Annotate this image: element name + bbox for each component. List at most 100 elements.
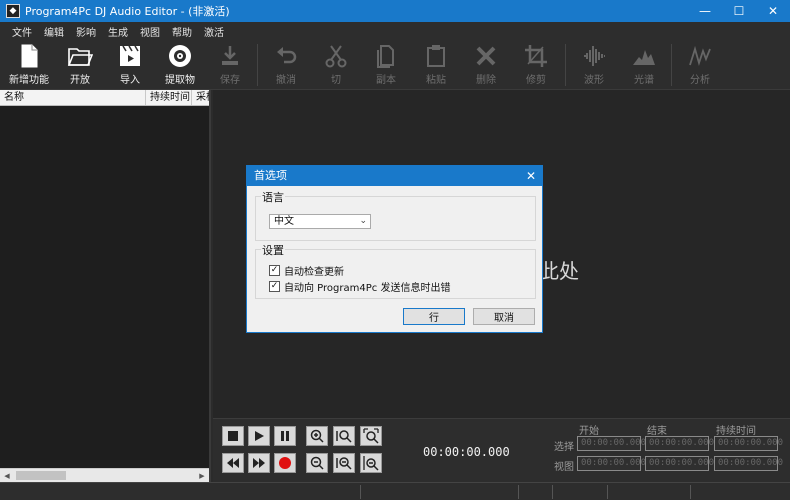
auto-update-checkbox[interactable]: ✓ 自动检查更新 (269, 263, 344, 278)
toolbar-new-button[interactable]: 新增功能 (4, 43, 54, 87)
close-button[interactable]: ✕ (756, 0, 790, 22)
view-duration-field[interactable]: 00:00:00.000 (714, 456, 783, 471)
rewind-button[interactable] (222, 453, 244, 473)
stop-button[interactable] (222, 426, 244, 446)
pause-button[interactable] (274, 426, 296, 446)
play-button[interactable] (248, 426, 270, 446)
scrollbar-thumb[interactable] (16, 471, 66, 480)
zoom-vertical-button[interactable] (333, 453, 355, 473)
dialog-title: 首选项 (254, 169, 287, 182)
playback-timecode: 00:00:00.000 (423, 445, 510, 459)
folder-open-icon (67, 48, 93, 66)
paste-icon (427, 45, 445, 67)
send-error-report-checkbox[interactable]: ✓ 自动向 Program4Pc 发送信息时出错 (269, 279, 450, 294)
preferences-dialog: 首选项 ✕ 语言 中文 ⌄ 设置 ✓ 自动检查更新 ✓ 自动向 Program4… (246, 165, 543, 333)
zoom-out-icon (310, 456, 324, 470)
maximize-button[interactable]: ☐ (722, 0, 756, 22)
menu-generate[interactable]: 生成 (102, 24, 134, 39)
window-title: Program4Pc DJ Audio Editor - (非激活) (25, 5, 230, 18)
toolbar-extract-button[interactable]: 提取物 (155, 43, 205, 87)
column-duration[interactable]: 持续时间 (146, 90, 192, 105)
record-icon (279, 457, 291, 469)
disc-icon (169, 45, 191, 67)
toolbar-cut-button[interactable]: 切 (311, 43, 361, 87)
status-divider (607, 485, 608, 499)
toolbar-separator (257, 44, 258, 86)
column-name[interactable]: 名称 (0, 90, 146, 105)
menu-file[interactable]: 文件 (6, 24, 38, 39)
clapperboard-icon (120, 45, 140, 66)
ok-button[interactable]: 行 (403, 308, 465, 325)
minimize-button[interactable]: — (688, 0, 722, 22)
status-divider (360, 485, 361, 499)
scroll-left-icon[interactable]: ◀ (0, 469, 14, 482)
file-list-header: 名称 持续时间 采样 (0, 90, 209, 106)
zoom-fit-button[interactable] (360, 426, 382, 446)
record-button[interactable] (274, 453, 296, 473)
window-controls: — ☐ ✕ (688, 0, 790, 22)
cancel-button[interactable]: 取消 (473, 308, 535, 325)
file-list-scrollbar[interactable]: ◀ ▶ (0, 468, 209, 482)
spectrum-icon (633, 50, 655, 65)
row-label-selection: 选择 (554, 442, 574, 453)
zoom-full-button[interactable] (360, 453, 382, 473)
selection-start-field[interactable]: 00:00:00.000 (577, 436, 646, 451)
rewind-icon (227, 458, 239, 468)
menu-activate[interactable]: 激活 (198, 24, 230, 39)
zoom-in-button[interactable] (306, 426, 328, 446)
language-select-value: 中文 (274, 216, 294, 227)
selection-end-field[interactable]: 00:00:00.000 (645, 436, 714, 451)
scroll-right-icon[interactable]: ▶ (195, 469, 209, 482)
play-icon (255, 431, 264, 441)
toolbar-paste-button[interactable]: 粘贴 (411, 43, 461, 87)
view-start-field[interactable]: 00:00:00.000 (577, 456, 646, 471)
new-file-icon (21, 44, 38, 68)
language-group-label: 语言 (261, 189, 285, 205)
waveform-icon (584, 46, 605, 66)
save-icon (222, 46, 238, 65)
app-icon: ◆ (6, 4, 20, 18)
menu-view[interactable]: 视图 (134, 24, 166, 39)
zoom-out-button[interactable] (306, 453, 328, 473)
zoom-vertical-icon (336, 457, 352, 470)
toolbar-delete-button[interactable]: 删除 (461, 43, 511, 87)
status-divider (518, 485, 519, 499)
checkbox-checked-icon[interactable]: ✓ (269, 265, 280, 276)
column-sample[interactable]: 采样 (192, 90, 209, 105)
toolbar-spectrum-button[interactable]: 光谱 (619, 43, 669, 87)
toolbar-trim-button[interactable]: 修剪 (511, 43, 561, 87)
toolbar: 新增功能 开放 导入 提取物 保存 撤消 切 副本 粘贴 删除 修剪 波形 光谱… (0, 40, 790, 90)
language-select[interactable]: 中文 ⌄ (269, 214, 371, 229)
dialog-close-icon[interactable]: ✕ (526, 166, 536, 186)
menu-help[interactable]: 帮助 (166, 24, 198, 39)
checkbox-checked-icon[interactable]: ✓ (269, 281, 280, 292)
toolbar-analysis-button[interactable]: 分析 (675, 43, 725, 87)
fast-forward-button[interactable] (248, 453, 270, 473)
header-start: 开始 (579, 426, 599, 437)
fast-forward-icon (253, 458, 265, 468)
toolbar-separator (565, 44, 566, 86)
view-end-field[interactable]: 00:00:00.000 (645, 456, 714, 471)
menu-edit[interactable]: 编辑 (38, 24, 70, 39)
copy-icon (377, 45, 394, 68)
toolbar-import-button[interactable]: 导入 (105, 43, 155, 87)
crop-icon (525, 45, 547, 67)
toolbar-waveform-button[interactable]: 波形 (569, 43, 619, 87)
zoom-selection-button[interactable] (333, 426, 355, 446)
status-divider (690, 485, 691, 499)
analysis-icon (689, 45, 711, 67)
menu-effects[interactable]: 影响 (70, 24, 102, 39)
stop-icon (228, 431, 238, 441)
toolbar-save-button[interactable]: 保存 (205, 43, 255, 87)
toolbar-open-button[interactable]: 开放 (55, 43, 105, 87)
zoom-selection-icon (336, 430, 352, 443)
selection-duration-field[interactable]: 00:00:00.000 (714, 436, 783, 451)
undo-icon (277, 47, 297, 64)
title-bar: ◆ Program4Pc DJ Audio Editor - (非激活) — ☐… (0, 0, 790, 22)
scissors-icon (325, 45, 347, 68)
toolbar-copy-button[interactable]: 副本 (361, 43, 411, 87)
toolbar-undo-button[interactable]: 撤消 (261, 43, 311, 87)
zoom-fit-icon (363, 428, 379, 444)
pause-icon (281, 431, 289, 441)
zoom-in-icon (310, 429, 324, 443)
